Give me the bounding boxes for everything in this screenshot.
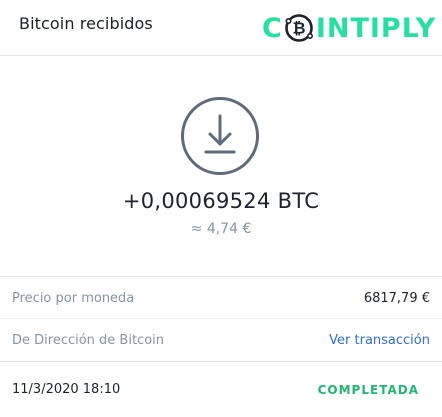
- download-circle-icon: [181, 97, 259, 175]
- view-transaction-link[interactable]: Ver transacción: [329, 333, 430, 348]
- footer: 11/3/2020 18:10 COMPLETADA: [0, 362, 442, 417]
- status-badge: COMPLETADA: [317, 383, 419, 397]
- transaction-datetime: 11/3/2020 18:10: [12, 382, 121, 397]
- price-label: Precio por moneda: [12, 291, 135, 306]
- logo-letter-c: C: [262, 12, 283, 44]
- address-label: De Dirección de Bitcoin: [12, 333, 165, 348]
- svg-text:₿: ₿: [292, 19, 305, 38]
- logo-letters-intiply: INTIPLY: [315, 12, 437, 44]
- price-value: 6817,79 €: [363, 291, 430, 306]
- amount-fiat: ≈ 4,74 €: [190, 221, 252, 237]
- transaction-summary: +0,00069524 BTC ≈ 4,74 €: [0, 56, 442, 276]
- page-title: Bitcoin recibidos: [19, 14, 153, 33]
- bitcoin-coin-icon: ₿: [285, 14, 313, 42]
- cointiply-logo: C ₿ INTIPLY: [262, 10, 436, 46]
- address-row: De Dirección de Bitcoin Ver transacción: [0, 319, 442, 361]
- header: Bitcoin recibidos C ₿ INTIPLY: [0, 0, 442, 56]
- amount-btc: +0,00069524 BTC: [122, 189, 320, 213]
- details-panel: Precio por moneda 6817,79 € De Dirección…: [0, 276, 442, 362]
- transaction-detail-screen: Bitcoin recibidos C ₿ INTIPLY +0,0006952…: [0, 0, 442, 417]
- price-row: Precio por moneda 6817,79 €: [0, 277, 442, 319]
